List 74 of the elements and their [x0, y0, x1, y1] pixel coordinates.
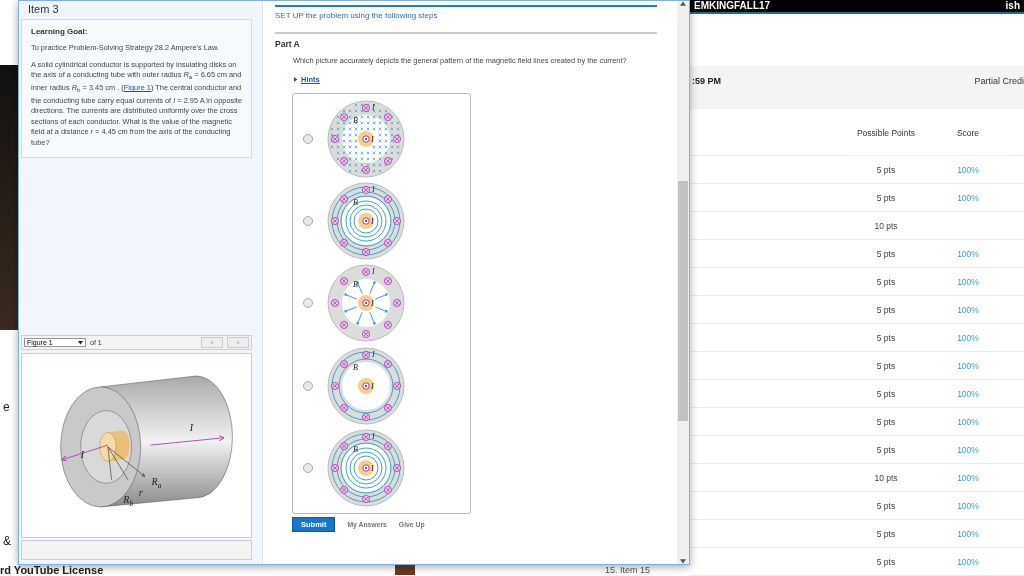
goal-heading: Learning Goal: [31, 27, 89, 38]
points-cell: 5 pts [846, 436, 926, 464]
diagram-label: I [372, 349, 375, 359]
diagram-label: B [353, 362, 358, 372]
item-title: Item 3 [27, 2, 60, 17]
thumbnail-placeholder [395, 565, 415, 575]
due-time: :59 PM [692, 75, 721, 88]
item-link[interactable]: 15. Item 15 [605, 565, 651, 575]
score-cell: 100% [926, 380, 1010, 408]
score-cell: 100% [926, 268, 1010, 296]
diagram-label: B [353, 198, 358, 208]
account-text: ish [1005, 0, 1020, 12]
points-cell: 5 pts [846, 548, 926, 576]
points-cell: 5 pts [846, 296, 926, 324]
points-cell: 5 pts [846, 380, 926, 408]
figure-label: I [189, 421, 193, 433]
score-cell: 100% [926, 548, 1010, 576]
instruction-text: SET UP the problem using the following steps [275, 5, 657, 34]
license-text: rd YouTube License [0, 564, 105, 576]
scrollbar-thumb[interactable] [678, 181, 688, 421]
account-name: EMKINGFALL17 [694, 0, 771, 12]
figure-label: I [80, 448, 84, 460]
diagram-label: I [371, 299, 374, 309]
scroll-up-icon [680, 1, 686, 7]
diagram-label: I [372, 431, 375, 441]
score-cell: 100% [926, 464, 1010, 492]
diagram-label: I [372, 103, 375, 113]
score-cell: 100% [926, 324, 1010, 352]
figure-label: r [138, 486, 143, 498]
score-cell: 100% [926, 436, 1010, 464]
points-cell: 5 pts [846, 324, 926, 352]
caret-icon [293, 77, 298, 82]
diagram-label: B [353, 116, 358, 126]
score-cell: 100% [926, 352, 1010, 380]
score-cell: 100% [926, 408, 1010, 436]
column-header: Possible Points [846, 127, 926, 156]
figure-label: R$_{b}$ [122, 493, 133, 508]
score-cell: 100% [926, 156, 1010, 184]
points-cell: 5 pts [846, 240, 926, 268]
points-cell: 5 pts [846, 184, 926, 212]
points-cell: 5 pts [846, 156, 926, 184]
diagram-label: I [371, 217, 374, 227]
score-cell: 100% [926, 296, 1010, 324]
figure-label: R$_{a}$ [151, 475, 161, 490]
points-cell: 5 pts [846, 352, 926, 380]
page-text: e [2, 400, 10, 414]
points-cell: 5 pts [846, 268, 926, 296]
diagram-label: I [371, 381, 374, 391]
points-cell: 5 pts [846, 520, 926, 548]
caret-icon [78, 340, 83, 345]
points-cell: 10 pts [846, 212, 926, 240]
radio-button[interactable] [303, 380, 313, 391]
points-cell: 10 pts [846, 464, 926, 492]
diagram-label: I [371, 463, 374, 473]
score-cell: 100% [926, 184, 1010, 212]
diagram-label: I [372, 267, 375, 277]
points-cell: 5 pts [846, 408, 926, 436]
score-cell: 100% [926, 492, 1010, 520]
diagram-label: I [372, 185, 375, 195]
radio-button[interactable] [303, 216, 313, 227]
column-header: Score [926, 127, 1010, 156]
score-cell: 100% [926, 240, 1010, 268]
radio-button[interactable] [303, 298, 313, 309]
credit-note: Partial Credi [974, 75, 1024, 88]
diagram-label: I [371, 135, 374, 145]
diagram-label: B [353, 280, 358, 290]
score-cell: 100% [926, 520, 1010, 548]
part-title: Part A [275, 39, 300, 49]
diagram-label: B [353, 444, 358, 454]
radio-button[interactable] [303, 134, 313, 145]
scroll-down-icon [680, 558, 686, 564]
radio-button[interactable] [303, 462, 313, 473]
points-cell: 5 pts [846, 492, 926, 520]
page-text: & [2, 534, 11, 548]
